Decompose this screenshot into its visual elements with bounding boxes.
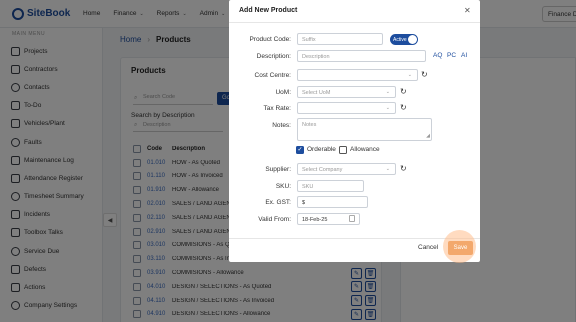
refresh-uom-icon[interactable]: ↻ — [400, 87, 407, 96]
ex-gst-input[interactable]: $ — [297, 196, 368, 208]
valid-from-date-input[interactable]: 18-Feb-25 — [297, 213, 360, 225]
description-placeholder: Description — [302, 53, 330, 60]
save-button[interactable]: Save — [448, 241, 473, 255]
ex-gst-label: Ex. GST: — [265, 199, 291, 206]
active-label: Active — [393, 36, 407, 43]
tax-rate-label: Tax Rate: — [263, 105, 291, 112]
orderable-checkbox[interactable]: ✓ — [296, 146, 304, 154]
close-icon[interactable]: ✕ — [464, 6, 471, 15]
lang-pc-button[interactable]: PC — [447, 52, 456, 59]
uom-placeholder: Select UoM — [302, 89, 331, 96]
toggle-knob — [408, 35, 417, 44]
resize-handle-icon[interactable]: ◢ — [426, 133, 430, 139]
notes-placeholder: Notes — [302, 122, 317, 128]
supplier-select[interactable]: Select Company ⌄ — [297, 163, 396, 175]
sku-input[interactable]: SKU — [297, 180, 364, 192]
modal-footer-divider — [229, 238, 480, 239]
product-code-label: Product Code: — [249, 36, 291, 43]
valid-from-value: 18-Feb-25 — [302, 216, 328, 223]
description-input[interactable]: Description — [297, 50, 426, 62]
notes-textarea[interactable]: Notes ◢ — [297, 118, 432, 141]
refresh-cost-centre-icon[interactable]: ↻ — [421, 70, 428, 79]
valid-from-label: Valid From: — [258, 216, 291, 223]
sku-placeholder: SKU — [302, 183, 314, 190]
notes-label: Notes: — [272, 122, 291, 129]
orderable-label: Orderable — [307, 146, 336, 153]
add-product-modal: Add New Product ✕ Product Code: Suffix A… — [229, 0, 480, 263]
product-code-placeholder: Suffix — [302, 36, 316, 43]
modal-title: Add New Product — [239, 7, 298, 14]
chevron-down-icon: ⌄ — [385, 166, 390, 172]
sku-label: SKU: — [275, 183, 291, 190]
cancel-button[interactable]: Cancel — [418, 244, 438, 251]
uom-label: UoM: — [275, 89, 291, 96]
lang-aq-button[interactable]: AQ — [433, 52, 442, 59]
active-toggle[interactable]: Active — [390, 34, 418, 45]
supplier-placeholder: Select Company — [302, 166, 343, 173]
modal-header-divider — [229, 22, 480, 23]
dollar-prefix: $ — [302, 199, 306, 206]
allowance-checkbox[interactable] — [339, 146, 347, 154]
refresh-tax-rate-icon[interactable]: ↻ — [400, 103, 407, 112]
chevron-down-icon: ⌄ — [385, 89, 390, 95]
product-code-input[interactable]: Suffix — [297, 33, 383, 45]
chevron-down-icon: ⌄ — [385, 105, 390, 111]
cost-centre-select[interactable]: ⌄ — [297, 69, 418, 81]
calendar-icon[interactable] — [349, 215, 355, 222]
tax-rate-select[interactable]: ⌄ — [297, 102, 396, 114]
lang-ai-button[interactable]: AI — [461, 52, 467, 59]
chevron-down-icon: ⌄ — [407, 72, 412, 78]
supplier-label: Supplier: — [265, 166, 291, 173]
uom-select[interactable]: Select UoM ⌄ — [297, 86, 396, 98]
allowance-label: Allowance — [350, 146, 380, 153]
refresh-supplier-icon[interactable]: ↻ — [400, 164, 407, 173]
cost-centre-label: Cost Centre: — [254, 72, 292, 79]
description-label: Description: — [256, 53, 291, 60]
